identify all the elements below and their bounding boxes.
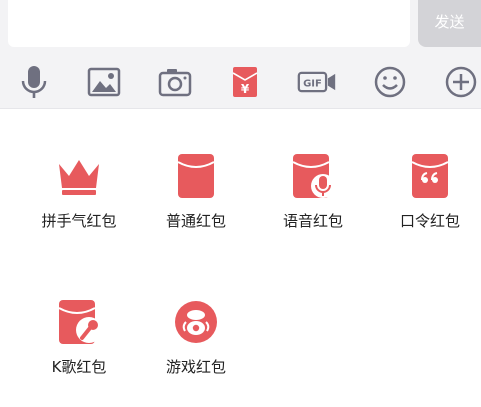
packet-lucky[interactable]: 拼手气红包 bbox=[24, 152, 134, 252]
red-packet-button[interactable]: ¥ bbox=[225, 64, 265, 100]
packet-label: 游戏红包 bbox=[165, 358, 226, 376]
svg-text:GIF: GIF bbox=[303, 79, 322, 90]
toolbar-divider bbox=[0, 108, 481, 109]
camera-button[interactable] bbox=[155, 64, 195, 100]
more-button[interactable] bbox=[441, 64, 481, 100]
envelope-icon bbox=[177, 154, 215, 198]
image-icon bbox=[87, 67, 121, 97]
packet-label: 口令红包 bbox=[399, 212, 460, 230]
envelope-quote-icon bbox=[411, 154, 449, 198]
packet-password[interactable]: 口令红包 bbox=[375, 152, 481, 252]
gif-icon: GIF bbox=[297, 71, 336, 93]
emoji-icon bbox=[374, 66, 406, 98]
crown-icon bbox=[59, 160, 99, 195]
microphone-button[interactable] bbox=[14, 64, 54, 100]
svg-text:¥: ¥ bbox=[241, 82, 250, 96]
packet-game[interactable]: 游戏红包 bbox=[141, 298, 251, 398]
packet-label: 普通红包 bbox=[165, 212, 226, 230]
send-button[interactable]: 发送 bbox=[418, 0, 481, 47]
message-input[interactable] bbox=[8, 0, 410, 47]
gif-button[interactable]: GIF bbox=[297, 64, 337, 100]
camera-icon bbox=[158, 69, 192, 97]
image-button[interactable] bbox=[84, 64, 124, 100]
envelope-karaoke-icon bbox=[58, 300, 102, 344]
plus-icon bbox=[445, 66, 477, 98]
packet-label: K歌红包 bbox=[51, 358, 107, 376]
game-icon bbox=[175, 301, 217, 343]
packet-label: 拼手气红包 bbox=[41, 212, 117, 230]
packet-label: 语音红包 bbox=[282, 212, 343, 230]
emoji-button[interactable] bbox=[370, 64, 410, 100]
input-area: 发送 bbox=[0, 0, 481, 56]
microphone-icon bbox=[21, 66, 47, 98]
red-packet-icon: ¥ bbox=[232, 67, 258, 97]
packet-karaoke[interactable]: K歌红包 bbox=[24, 298, 134, 398]
input-toolbar: ¥ GIF bbox=[0, 56, 481, 108]
packet-normal[interactable]: 普通红包 bbox=[141, 152, 251, 252]
envelope-mic-icon bbox=[292, 154, 335, 198]
packet-voice[interactable]: 语音红包 bbox=[258, 152, 368, 252]
